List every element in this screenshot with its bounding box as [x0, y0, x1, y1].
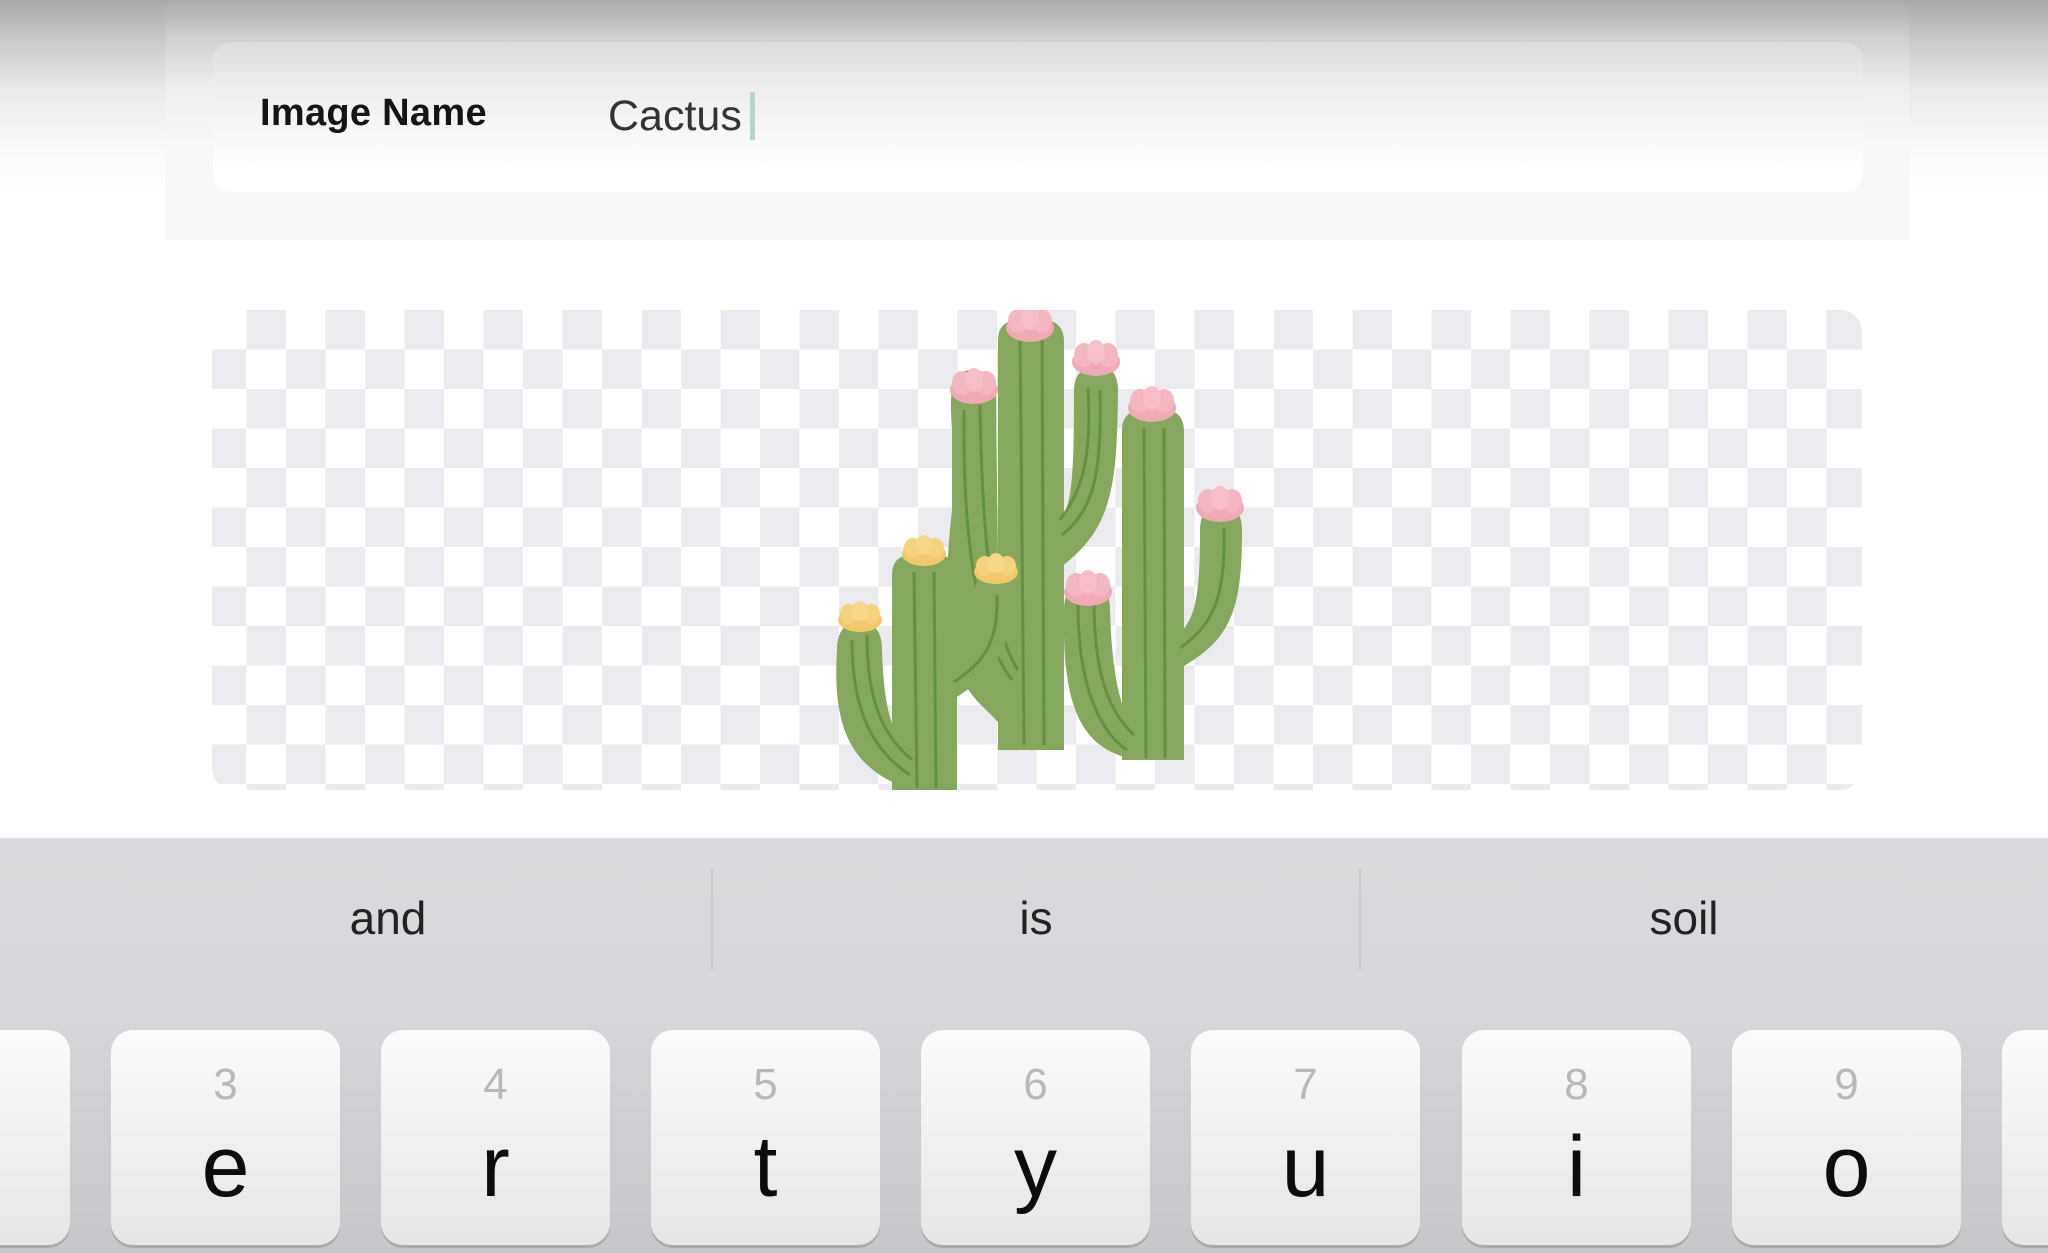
suggestion-1[interactable]: and: [64, 838, 712, 998]
image-preview: [212, 310, 1862, 790]
cactus-bottom-left: [836, 535, 1018, 790]
key-number-hint: 5: [753, 1060, 778, 1109]
key-u[interactable]: 7 u: [1191, 1030, 1420, 1245]
image-name-label: Image Name: [260, 92, 487, 134]
key-r[interactable]: 4 r: [381, 1030, 610, 1245]
key-number-hint: 3: [213, 1060, 238, 1109]
key-number-hint: 4: [483, 1060, 508, 1109]
key-e[interactable]: 3 e: [111, 1030, 340, 1245]
key-y[interactable]: 6 y: [921, 1030, 1150, 1245]
predictive-suggestion-bar: and is soil: [0, 838, 2048, 998]
key-partial-left[interactable]: [0, 1030, 70, 1245]
key-number-hint: 9: [1834, 1060, 1859, 1109]
key-letter: e: [201, 1119, 250, 1215]
key-number-hint: 7: [1293, 1060, 1318, 1109]
key-letter: y: [1014, 1119, 1057, 1215]
image-name-input[interactable]: Cactus: [608, 86, 1808, 146]
key-i[interactable]: 8 i: [1462, 1030, 1691, 1245]
suggestion-2[interactable]: is: [712, 838, 1360, 998]
key-partial-right[interactable]: [2002, 1030, 2048, 1245]
cactus-illustration: [836, 310, 1244, 790]
key-letter: t: [753, 1119, 778, 1215]
onscreen-keyboard: and is soil 3 e 4 r 5 t 6 y 7 u 8 i 9 o: [0, 838, 2048, 1253]
key-letter: u: [1281, 1119, 1330, 1215]
key-number-hint: 8: [1564, 1060, 1589, 1109]
key-number-hint: 6: [1023, 1060, 1048, 1109]
key-letter: i: [1566, 1119, 1587, 1215]
key-t[interactable]: 5 t: [651, 1030, 880, 1245]
key-letter: o: [1822, 1119, 1871, 1215]
suggestion-3[interactable]: soil: [1360, 838, 2008, 998]
text-caret: [749, 92, 755, 140]
key-o[interactable]: 9 o: [1732, 1030, 1961, 1245]
image-name-value: Cactus: [608, 91, 742, 140]
key-letter: r: [481, 1119, 510, 1215]
